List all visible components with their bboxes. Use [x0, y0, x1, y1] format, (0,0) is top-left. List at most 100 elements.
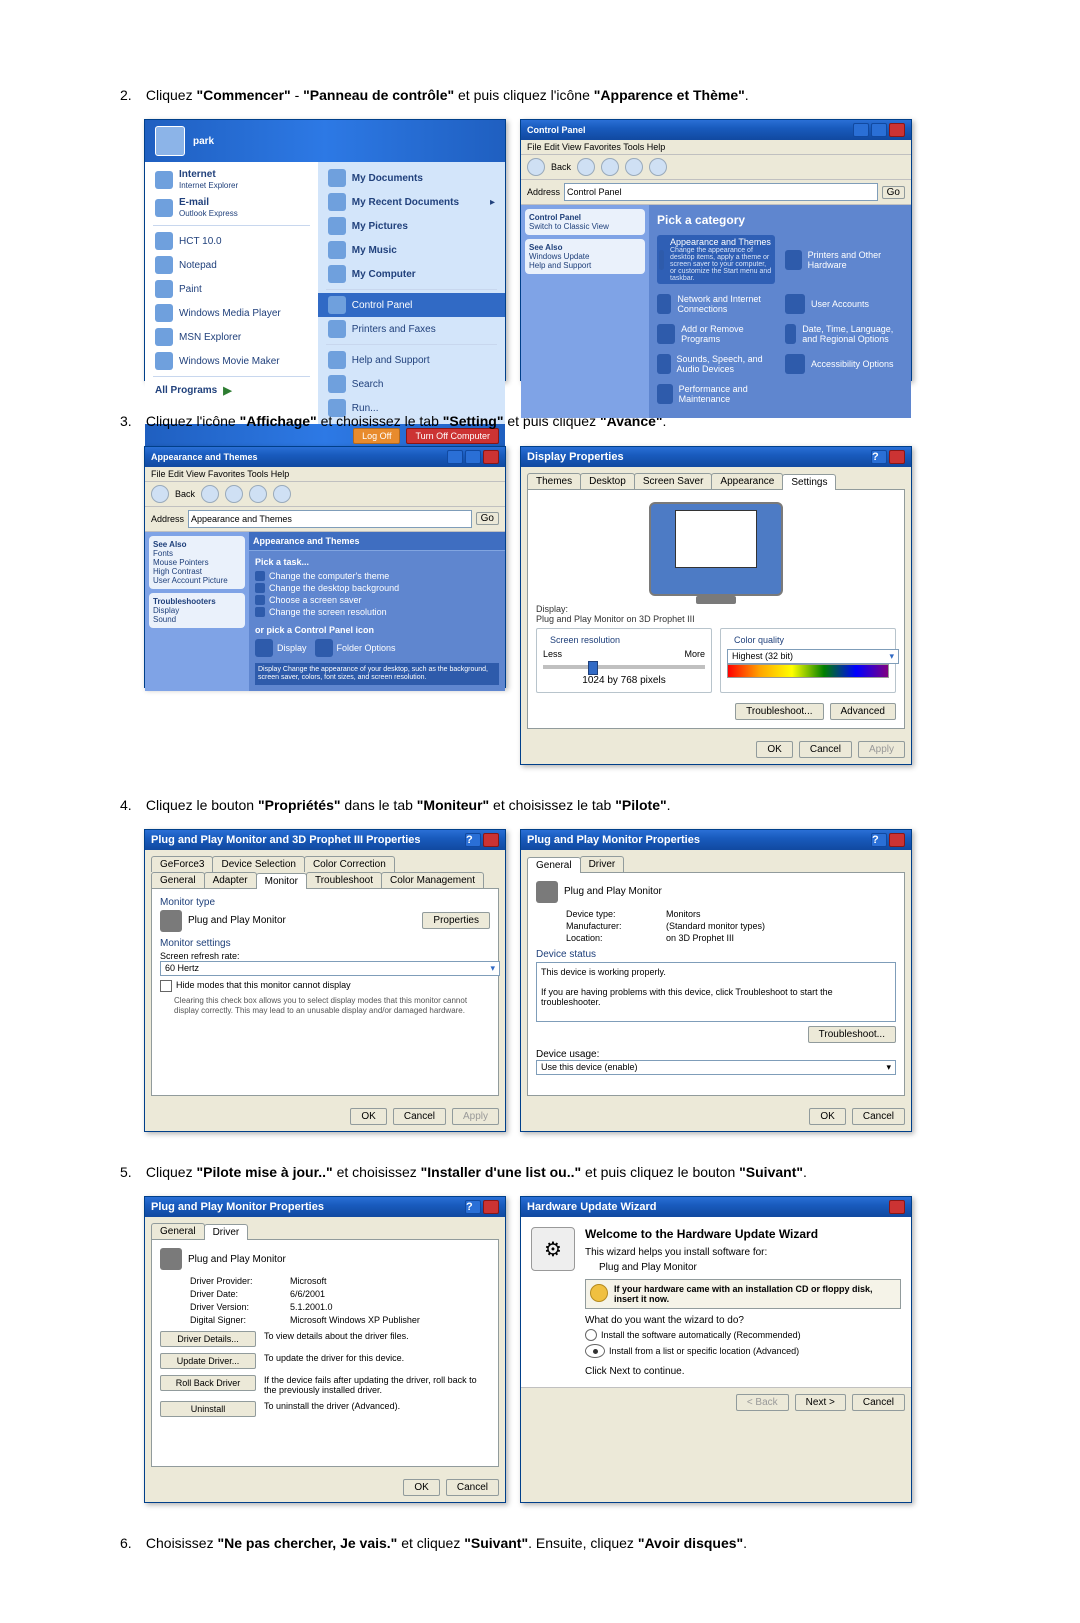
maximize-icon[interactable]: [871, 123, 887, 137]
menu-item-mydocs[interactable]: My Documents: [318, 166, 505, 190]
menu-item-wmm[interactable]: Windows Movie Maker: [145, 349, 318, 373]
help-icon[interactable]: ?: [871, 833, 887, 847]
tab-devsel[interactable]: Device Selection: [212, 856, 304, 872]
menu-item-recent[interactable]: My Recent Documents▸: [318, 190, 505, 214]
menu-item-internet[interactable]: InternetInternet Explorer: [145, 166, 318, 194]
ok-button[interactable]: OK: [350, 1108, 386, 1125]
menu-item-email[interactable]: E-mailOutlook Express: [145, 194, 318, 222]
resolution-slider[interactable]: [543, 665, 705, 669]
cancel-button[interactable]: Cancel: [393, 1108, 446, 1125]
windows-update-link[interactable]: Windows Update: [529, 252, 589, 261]
tab-general[interactable]: General: [151, 872, 205, 888]
color-quality-select[interactable]: Highest (32 bit)▾: [727, 649, 899, 664]
update-driver-button[interactable]: Update Driver...: [160, 1353, 256, 1369]
radio-auto[interactable]: Install the software automatically (Reco…: [585, 1329, 901, 1341]
ok-button[interactable]: OK: [403, 1479, 439, 1496]
category-access[interactable]: Accessibility Options: [785, 354, 903, 374]
cancel-button[interactable]: Cancel: [799, 741, 852, 758]
task-theme[interactable]: Change the computer's theme: [255, 571, 499, 581]
minimize-icon[interactable]: [447, 450, 463, 464]
tab-colormgmt[interactable]: Color Management: [381, 872, 484, 888]
switch-classic-link[interactable]: Switch to Classic View: [529, 222, 609, 231]
menu-item-help[interactable]: Help and Support: [318, 348, 505, 372]
category-datetime[interactable]: Date, Time, Language, and Regional Optio…: [785, 324, 903, 344]
apply-button[interactable]: Apply: [858, 741, 905, 758]
task-resolution[interactable]: Change the screen resolution: [255, 607, 499, 617]
tab-troubleshoot[interactable]: Troubleshoot: [306, 872, 382, 888]
help-support-link[interactable]: Help and Support: [529, 261, 591, 270]
category-printers[interactable]: Printers and Other Hardware: [785, 235, 903, 284]
tab-screensaver[interactable]: Screen Saver: [634, 473, 713, 489]
troubleshoot-button[interactable]: Troubleshoot...: [735, 703, 823, 720]
tab-colorcorr[interactable]: Color Correction: [304, 856, 395, 872]
ok-button[interactable]: OK: [756, 741, 792, 758]
close-icon[interactable]: [889, 1200, 905, 1214]
all-programs[interactable]: All Programs▶: [145, 380, 318, 401]
cancel-button[interactable]: Cancel: [852, 1108, 905, 1125]
advanced-button[interactable]: Advanced: [830, 703, 896, 720]
link-ts-sound[interactable]: Sound: [153, 615, 176, 624]
cancel-button[interactable]: Cancel: [446, 1479, 499, 1496]
category-perf[interactable]: Performance and Maintenance: [657, 384, 775, 404]
address-input[interactable]: [564, 183, 878, 201]
link-contrast[interactable]: High Contrast: [153, 567, 202, 576]
up-icon[interactable]: [225, 485, 243, 503]
close-icon[interactable]: [483, 833, 499, 847]
forward-icon[interactable]: [201, 485, 219, 503]
properties-button[interactable]: Properties: [422, 912, 490, 929]
rollback-driver-button[interactable]: Roll Back Driver: [160, 1375, 256, 1391]
menu-item-mypics[interactable]: My Pictures: [318, 214, 505, 238]
search-icon[interactable]: [249, 485, 267, 503]
task-screensaver[interactable]: Choose a screen saver: [255, 595, 499, 605]
menu-item-mymusic[interactable]: My Music: [318, 238, 505, 262]
menu-item-notepad[interactable]: Notepad: [145, 253, 318, 277]
menu-item-mycomp[interactable]: My Computer: [318, 262, 505, 286]
close-icon[interactable]: [483, 1200, 499, 1214]
cp-icon-folder-options[interactable]: Folder Options: [315, 639, 396, 657]
cp-icon-display[interactable]: Display: [255, 639, 307, 657]
refresh-rate-select[interactable]: 60 Hertz▾: [160, 961, 500, 976]
category-appearance[interactable]: Appearance and ThemesChange the appearan…: [657, 235, 775, 284]
category-sounds[interactable]: Sounds, Speech, and Audio Devices: [657, 354, 775, 374]
minimize-icon[interactable]: [853, 123, 869, 137]
category-addremove[interactable]: Add or Remove Programs: [657, 324, 775, 344]
menu-item-control-panel[interactable]: Control Panel: [318, 293, 505, 317]
menu-item-hct[interactable]: HCT 10.0: [145, 229, 318, 253]
window-menubar[interactable]: File Edit View Favorites Tools Help: [521, 140, 911, 155]
tab-general[interactable]: General: [151, 1223, 205, 1239]
cancel-button[interactable]: Cancel: [852, 1394, 905, 1411]
menu-item-wmp[interactable]: Windows Media Player: [145, 301, 318, 325]
folders-icon[interactable]: [649, 158, 667, 176]
task-background[interactable]: Change the desktop background: [255, 583, 499, 593]
uninstall-button[interactable]: Uninstall: [160, 1401, 256, 1417]
folders-icon[interactable]: [273, 485, 291, 503]
menu-item-printers[interactable]: Printers and Faxes: [318, 317, 505, 341]
back-icon[interactable]: [527, 158, 545, 176]
tab-appearance[interactable]: Appearance: [711, 473, 783, 489]
help-icon[interactable]: ?: [871, 450, 887, 464]
close-icon[interactable]: [889, 833, 905, 847]
ok-button[interactable]: OK: [809, 1108, 845, 1125]
link-mouse[interactable]: Mouse Pointers: [153, 558, 209, 567]
search-icon[interactable]: [625, 158, 643, 176]
forward-icon[interactable]: [577, 158, 595, 176]
tab-driver[interactable]: Driver: [204, 1224, 249, 1240]
tab-geforce[interactable]: GeForce3: [151, 856, 213, 872]
menu-item-paint[interactable]: Paint: [145, 277, 318, 301]
tab-desktop[interactable]: Desktop: [580, 473, 635, 489]
device-usage-select[interactable]: Use this device (enable)▾: [536, 1060, 896, 1075]
menu-item-msn[interactable]: MSN Explorer: [145, 325, 318, 349]
close-icon[interactable]: [889, 450, 905, 464]
go-button[interactable]: Go: [476, 512, 499, 525]
apply-button[interactable]: Apply: [452, 1108, 499, 1125]
tab-driver[interactable]: Driver: [580, 856, 625, 872]
up-icon[interactable]: [601, 158, 619, 176]
address-input[interactable]: [188, 510, 472, 528]
tab-monitor[interactable]: Monitor: [256, 873, 307, 889]
tab-themes[interactable]: Themes: [527, 473, 581, 489]
driver-details-button[interactable]: Driver Details...: [160, 1331, 256, 1347]
link-fonts[interactable]: Fonts: [153, 549, 173, 558]
menu-item-search[interactable]: Search: [318, 372, 505, 396]
link-ua[interactable]: User Account Picture: [153, 576, 228, 585]
help-icon[interactable]: ?: [465, 1200, 481, 1214]
